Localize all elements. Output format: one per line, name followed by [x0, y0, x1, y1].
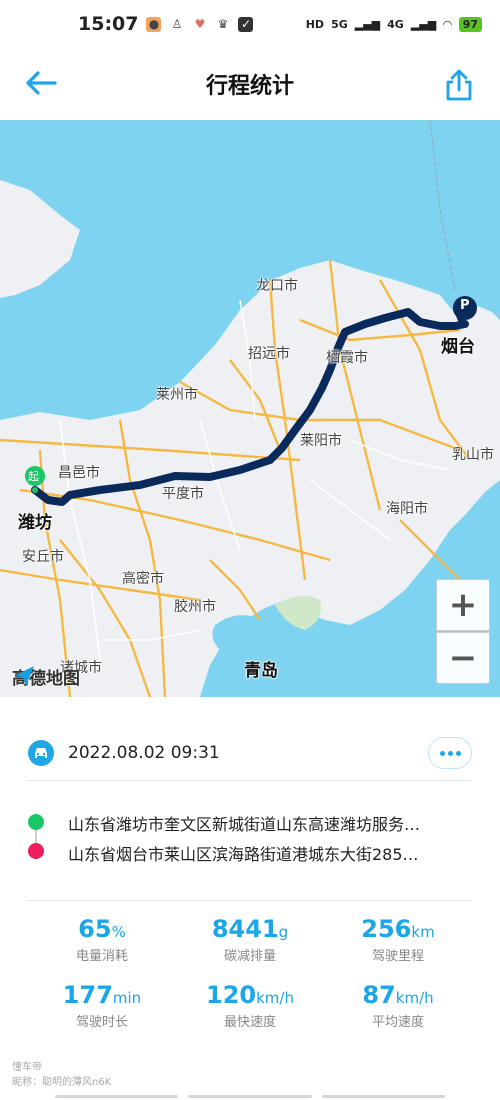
more-dot-icon: [439, 750, 445, 756]
stat-unit: min: [112, 989, 142, 1007]
stat-value: 87: [362, 981, 396, 1009]
label-anqiu: 安丘市: [22, 549, 64, 565]
end-address: 山东省烟台市莱山区滨海路街道港城东大街285…: [68, 845, 419, 864]
home-indicator: [55, 1095, 445, 1099]
stat-unit: %: [111, 923, 126, 941]
stat-label: 平均速度: [371, 1015, 424, 1030]
arrow-left-icon: [26, 71, 57, 95]
more-options-button[interactable]: [428, 737, 472, 769]
message-icon: ✓: [238, 16, 254, 32]
more-dot-icon: [455, 750, 461, 756]
share-button[interactable]: [444, 68, 474, 102]
label-qingdao: 青岛: [244, 661, 278, 681]
zoom-in-button[interactable]: +: [436, 579, 490, 631]
label-weifang: 潍坊: [18, 513, 52, 533]
more-dot-icon: [447, 750, 453, 756]
stat-value: 177: [62, 981, 113, 1009]
zoom-out-button[interactable]: −: [436, 632, 490, 684]
stat-value: 256: [361, 915, 412, 943]
share-icon: [446, 69, 472, 101]
status-time: 15:07: [78, 13, 139, 35]
app-header: 行程统计: [0, 48, 500, 120]
status-right: HD 5G ▂▄▆ 4G ▂▄▆ ◠ 97: [305, 16, 482, 32]
start-address: 山东省潍坊市奎文区新城街道山东高速潍坊服务…: [68, 815, 421, 834]
network-4g: 4G: [387, 17, 404, 31]
label-laiyang: 莱阳市: [300, 433, 342, 449]
route-addresses: 山东省潍坊市奎文区新城街道山东高速潍坊服务… 山东省烟台市莱山区滨海路街道港城东…: [28, 807, 472, 867]
stat-unit: km/h: [395, 989, 434, 1007]
watermark: 懂车帝 昵称：聪明的薄风n6K: [12, 1060, 111, 1090]
app-notification-icon: ●: [146, 16, 162, 32]
stat-unit: km: [411, 923, 435, 941]
label-longkou: 龙口市: [256, 278, 298, 294]
amap-logo: 高德地图: [12, 664, 80, 689]
start-dot-icon: [28, 814, 44, 830]
stat-max-speed: 120km/h 最快速度: [176, 981, 324, 1030]
wifi-icon: ◠: [443, 17, 452, 31]
map-canvas: [0, 120, 500, 697]
stat-label: 驾驶时长: [75, 1015, 128, 1030]
label-changyi: 昌邑市: [58, 465, 100, 481]
qq-icon: ♙: [171, 16, 183, 31]
trip-header: 2022.08.02 09:31: [28, 735, 472, 771]
stat-label: 电量消耗: [75, 949, 128, 964]
label-gaomi: 高密市: [122, 571, 164, 587]
label-pingdu: 平度市: [162, 486, 204, 502]
label-jiaozhou: 胶州市: [174, 599, 216, 615]
stat-unit: km/h: [256, 989, 294, 1007]
divider-middle: [28, 900, 472, 901]
stat-label: 驾驶里程: [371, 949, 424, 964]
page-title: 行程统计: [205, 74, 294, 99]
trip-datetime: 2022.08.02 09:31: [68, 743, 220, 763]
label-qixia: 栖霞市: [326, 350, 368, 366]
label-haiyang: 海阳市: [386, 501, 428, 517]
watermark-nickname: 昵称：聪明的薄风n6K: [12, 1077, 112, 1088]
label-laizhou: 莱州市: [156, 387, 198, 403]
stat-battery: 65% 电量消耗: [28, 915, 176, 964]
label-zhaoyuan: 招远市: [248, 346, 290, 362]
stat-carbon: 8441g 碳减排量: [176, 915, 324, 964]
signal-icon-2: ▂▄▆: [410, 17, 437, 31]
amap-arrow-icon: [14, 666, 34, 686]
end-dot-icon: [28, 843, 44, 859]
signal-icon: ▂▄▆: [354, 17, 381, 31]
route-map[interactable]: 起 P 龙口市 招远市 栖霞市 烟台 莱州市 莱阳市 乳山市 昌邑市 平度市 潍…: [0, 120, 500, 697]
battery-indicator: 97: [458, 16, 482, 32]
divider-top: [28, 780, 472, 781]
hd-label: HD: [305, 17, 325, 31]
stat-distance: 256km 驾驶里程: [324, 915, 472, 964]
trip-info-panel: 2022.08.02 09:31 山东省潍坊市奎文区新城街道山东高速潍坊服务… …: [0, 697, 500, 1100]
stat-unit: g: [278, 923, 289, 941]
stat-value: 65: [78, 915, 112, 943]
parking-badge: P: [460, 298, 470, 313]
stat-label: 碳减排量: [223, 949, 276, 964]
watermark-brand: 懂车帝: [12, 1062, 42, 1073]
stat-duration: 177min 驾驶时长: [28, 981, 176, 1030]
back-button[interactable]: [24, 68, 58, 98]
stat-value: 8441: [211, 915, 279, 943]
label-rushan: 乳山市: [452, 447, 494, 463]
status-bar: 15:07 ● ♙ ♥ ♛ ✓ HD 5G ▂▄▆ 4G ▂▄▆ ◠ 97: [0, 0, 500, 48]
crown-icon: ♛: [217, 16, 229, 31]
network-5g: 5G: [331, 17, 348, 31]
stat-value: 120: [206, 981, 257, 1009]
stat-avg-speed: 87km/h 平均速度: [324, 981, 472, 1030]
car-icon: [28, 740, 54, 766]
status-left: 15:07 ● ♙ ♥ ♛ ✓: [78, 13, 254, 35]
stat-label: 最快速度: [223, 1015, 276, 1030]
label-yantai: 烟台: [441, 337, 475, 357]
heart-icon: ♥: [194, 16, 206, 31]
start-badge: 起: [28, 470, 39, 483]
